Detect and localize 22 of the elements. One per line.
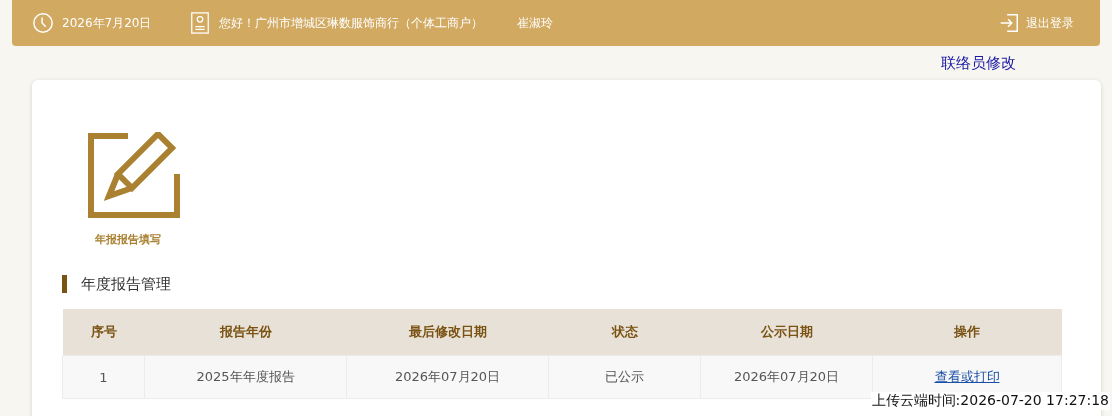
logout-icon (998, 12, 1020, 34)
column-header: 序号 (62, 309, 145, 356)
table-cell: 1 (62, 355, 145, 399)
view-print-link[interactable]: 查看或打印 (934, 369, 1000, 384)
report-fill-shortcut[interactable]: 年报报告填写 (76, 132, 180, 247)
greeting-text: 您好！广州市增城区琳数服饰商行（个体工商户） (219, 14, 484, 32)
upload-time-text: 上传云端时间:2026-07-20 17:27:18 (870, 392, 1110, 410)
column-header: 报告年份 (144, 309, 347, 356)
table-cell: 2026年07月20日 (346, 355, 549, 399)
column-header: 状态 (548, 309, 701, 356)
id-card-icon (189, 12, 212, 34)
user-name: 崔淑玲 (517, 14, 554, 32)
section-title: 年度报告管理 (62, 275, 1062, 293)
column-header: 公示日期 (700, 309, 873, 356)
contact-edit-link[interactable]: 联络员修改 (941, 54, 1016, 78)
table-cell: 已公示 (548, 355, 701, 399)
date-text: 2026年7月20日 (62, 14, 152, 32)
column-header: 最后修改日期 (346, 309, 549, 356)
clock-icon (32, 12, 54, 34)
table-cell: 2025年年度报告 (144, 355, 347, 399)
table-cell: 2026年07月20日 (700, 355, 873, 399)
column-header: 操作 (872, 309, 1062, 356)
